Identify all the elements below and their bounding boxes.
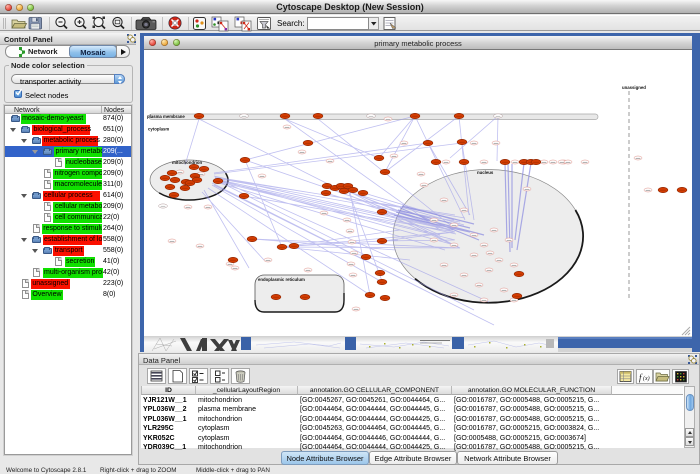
svg-text:unassigned: unassigned [622, 85, 646, 90]
svg-text:endoplasmic reticulum: endoplasmic reticulum [258, 277, 305, 282]
svg-text:nucleus: nucleus [477, 170, 494, 175]
svg-text:cytoplasm: cytoplasm [148, 127, 169, 132]
svg-text:mitochondrion: mitochondrion [172, 160, 202, 165]
svg-text:(x): (x) [643, 375, 650, 382]
svg-text:plasma membrane: plasma membrane [147, 114, 185, 119]
